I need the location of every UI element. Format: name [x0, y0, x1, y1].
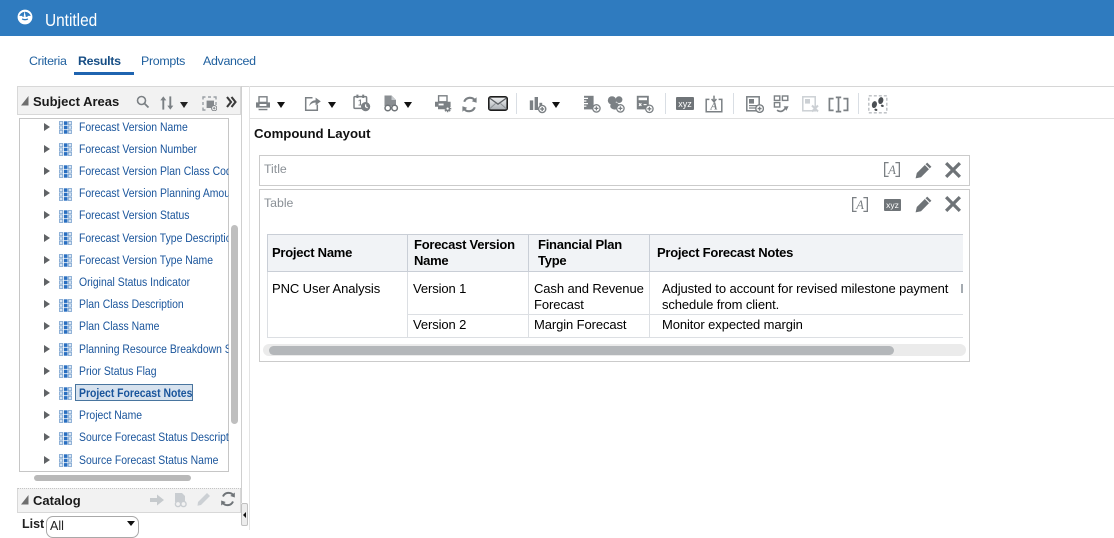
svg-text:A: A	[855, 198, 864, 212]
svg-text:xyz: xyz	[886, 200, 899, 210]
svg-text:A: A	[887, 163, 896, 177]
svg-text:A: A	[709, 101, 717, 113]
svg-text:xyz: xyz	[678, 99, 692, 109]
